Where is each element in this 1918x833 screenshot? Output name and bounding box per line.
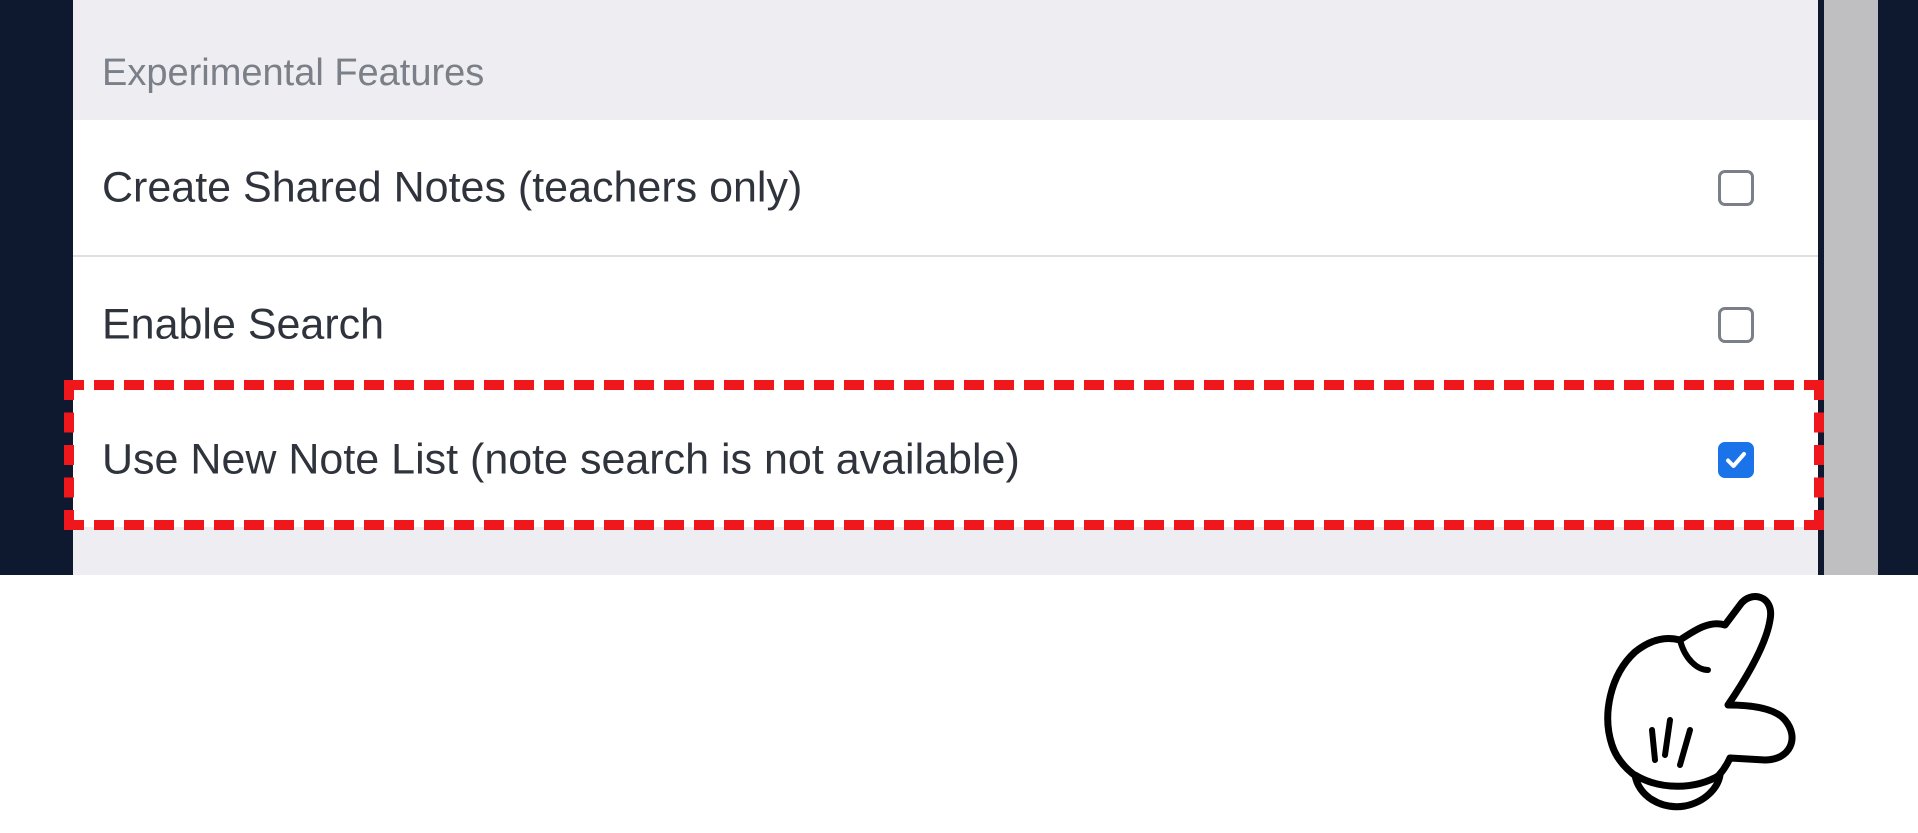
create-shared-notes-checkbox[interactable] bbox=[1718, 169, 1754, 206]
setting-label: Enable Search bbox=[102, 300, 385, 348]
enable-search-checkbox[interactable] bbox=[1718, 306, 1754, 343]
setting-row-create-shared-notes[interactable]: Create Shared Notes (teachers only) bbox=[73, 120, 1818, 257]
setting-label: Create Shared Notes (teachers only) bbox=[102, 163, 803, 211]
section-header: Experimental Features bbox=[73, 0, 1818, 120]
highlight-frame bbox=[64, 380, 1824, 530]
section-title: Experimental Features bbox=[102, 52, 485, 94]
scrollbar[interactable] bbox=[1824, 0, 1878, 575]
setting-row-enable-search[interactable]: Enable Search bbox=[73, 257, 1818, 392]
pointing-hand-icon bbox=[1604, 593, 1796, 811]
